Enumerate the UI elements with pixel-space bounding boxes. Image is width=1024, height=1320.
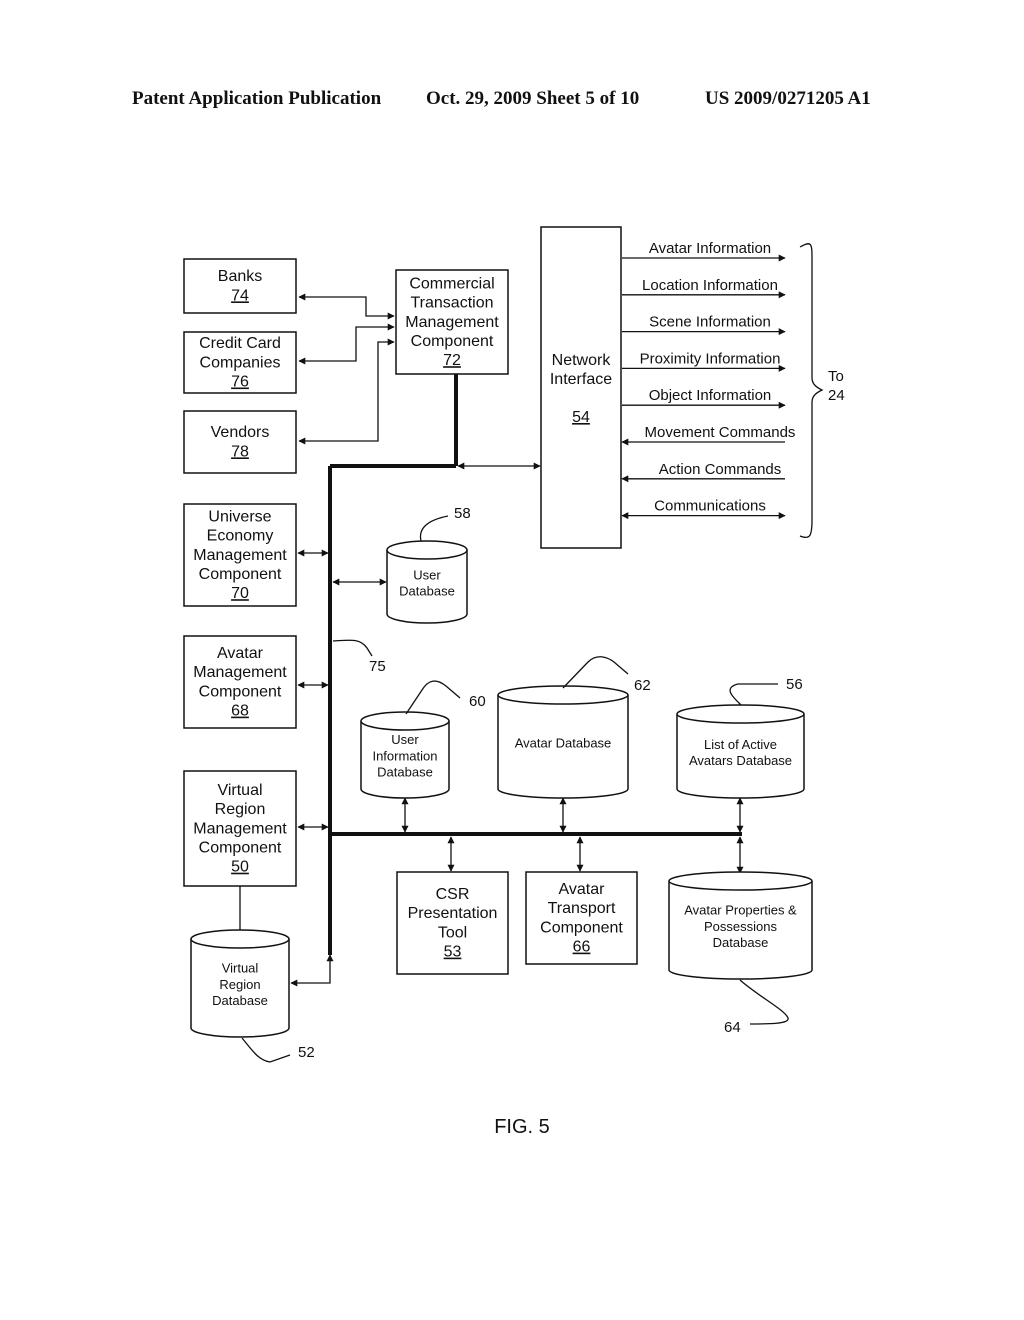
ref-76: 76 [231,374,249,391]
box-universe: Universe Economy Management Component 70 [183,503,297,607]
ref-74: 74 [231,287,249,304]
signal-communications: Communications [621,498,786,520]
box-label-line: Component [199,683,282,700]
box-avatar-mgmt: Avatar Management Component 68 [183,635,297,729]
box-label-line: Network [552,352,612,369]
box-label-line: Banks [218,268,262,285]
box-vendors: Vendors 78 [183,410,297,474]
box-network-interface: Network Interface 54 [540,226,622,549]
ref-60: 60 [469,693,486,710]
db-label-line: Database [713,935,769,950]
db-user-info-db: UserInformation Database [360,711,450,799]
box-virtual-region-mgmt: Virtual Region Management Component 50 [183,770,297,887]
db-label-line: Database [399,584,455,599]
db-user-db: User Database [386,540,468,624]
db-label-line: Information [372,748,437,763]
signal-label: Action Commands [659,461,782,478]
signal-label: Communications [654,498,766,515]
signal-location-information: Location Information [622,277,786,299]
box-label-line: Credit Card [199,335,281,352]
box-label-line: Vendors [211,424,270,441]
box-label-line: Transport [548,900,616,917]
box-label-line: Transaction [411,295,494,312]
box-credit-card: Credit Card Companies 76 [183,331,297,394]
box-label-line: Component [411,333,494,350]
signal-avatar-information: Avatar Information [622,240,786,262]
db-label-line: Database [212,993,268,1008]
ref-50: 50 [231,859,249,876]
box-label-line: Presentation [408,905,498,922]
ref-52: 52 [298,1044,315,1061]
box-label-line: Virtual [217,782,262,799]
bus-75 [328,372,742,955]
box-label-line: Commercial [409,275,494,292]
box-label-line: Management [193,664,287,681]
ref-78: 78 [231,443,249,460]
box-label-line: Region [215,801,266,818]
box-label-line: Tool [438,924,467,941]
figure-label: FIG. 5 [494,1116,550,1138]
ref-54: 54 [572,409,590,426]
db-label-line: Database [377,765,433,780]
box-banks: Banks 74 [183,258,297,314]
signal-scene-information: Scene Information [622,314,786,336]
signal-movement-commands: Movement Commands [621,424,796,446]
ref-70: 70 [231,585,249,602]
box-label-line: Component [199,566,282,583]
signal-label: Location Information [642,277,778,294]
box-label-line: Avatar [217,645,264,662]
signal-label: Proximity Information [640,350,781,367]
signal-object-information: Object Information [622,387,786,409]
box-commercial: Commercial Transaction Management Component… [395,269,509,375]
ref-53: 53 [444,944,462,961]
signal-label: Scene Information [649,314,771,331]
brace-label-24: 24 [828,387,845,404]
ref-64: 64 [724,1019,741,1036]
box-label-line: Component [540,919,623,936]
ref-62: 62 [634,677,651,694]
box-label-line: CSR [436,886,470,903]
brace [799,243,824,539]
db-label-line: Avatars Database [689,753,792,768]
box-label-line: Economy [207,528,274,545]
db-label-line: Region [219,977,260,992]
db-virtual-region-db: VirtualRegionDatabase [190,929,290,1038]
db-label-line: List of Active [704,737,777,752]
ref-68: 68 [231,703,249,720]
box-label-line: Interface [550,371,612,388]
ref-66: 66 [573,939,591,956]
db-avatar-db: Avatar Database [497,685,629,799]
ref-58: 58 [454,505,471,522]
signal-proximity-information: Proximity Information [622,350,786,372]
box-csr: CSR Presentation Tool 53 [396,871,509,975]
db-label-line: Avatar Database [515,735,612,750]
signal-label: Movement Commands [645,424,796,441]
box-avatar-transport: Avatar Transport Component 66 [525,871,638,965]
box-label-line: Universe [208,508,271,525]
signal-label: Object Information [649,387,772,404]
db-label-line: Possessions [704,919,777,934]
brace-label-to: To [828,368,844,385]
ref-56: 56 [786,676,803,693]
box-label-line: Management [193,547,287,564]
db-active-avatars-db: List of ActiveAvatars Database [676,704,805,799]
db-label-line: Virtual [222,961,259,976]
box-label-line: Management [405,314,499,331]
db-label-line: User [391,732,419,747]
box-label-line: Component [199,840,282,857]
box-label-line: Companies [200,354,281,371]
box-label-line: Avatar [559,881,606,898]
signal-action-commands: Action Commands [621,461,785,483]
box-label-line: Management [193,820,287,837]
db-properties-db: Avatar Properties &PossessionsDatabase [668,871,813,980]
figure-diagram: Banks 74 Credit Card Companies 76 Vendors 78 Co… [183,226,845,1138]
ref-72: 72 [443,352,461,369]
db-label-line: User [413,567,441,582]
db-label-line: Avatar Properties & [684,903,797,918]
signal-label: Avatar Information [649,240,771,257]
ref-75: 75 [369,658,386,675]
